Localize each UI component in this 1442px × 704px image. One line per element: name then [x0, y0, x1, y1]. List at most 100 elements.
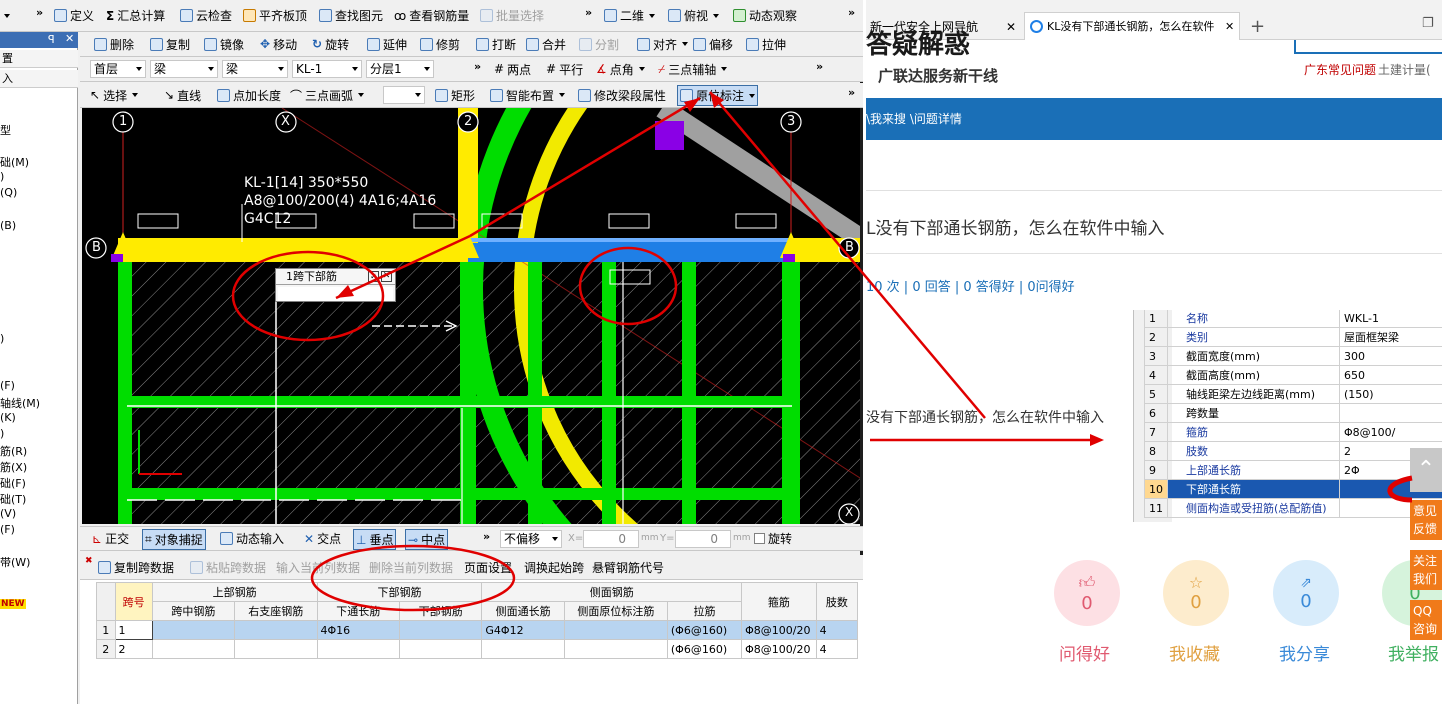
move-button[interactable]: ✥ 移动: [260, 32, 297, 56]
cell-tie[interactable]: (Φ6@160): [666, 639, 743, 659]
close-icon[interactable]: ✕: [1006, 14, 1016, 40]
popup-input[interactable]: [278, 287, 393, 301]
tree-item[interactable]: 带(W): [0, 554, 30, 570]
panel-tab-2[interactable]: 入: [0, 70, 78, 88]
follow-button[interactable]: 关注我们: [1410, 550, 1442, 590]
sum-calc-button[interactable]: Σ 汇总计算: [106, 0, 165, 31]
snap-toggle[interactable]: ⌗ 对象捕捉: [142, 529, 206, 550]
tree-item[interactable]: 础(F): [0, 475, 26, 491]
share-button[interactable]: ⇗ 0: [1273, 560, 1339, 626]
tree-item[interactable]: ): [0, 332, 4, 345]
element-select[interactable]: KL-1: [292, 60, 362, 78]
cell-stirrup[interactable]: Φ8@100/20: [741, 620, 817, 640]
line-button[interactable]: ↘ 直线: [164, 83, 201, 107]
trim-button[interactable]: 修剪: [420, 32, 460, 56]
midpoint-toggle[interactable]: ⊸ 中点: [405, 529, 449, 550]
panel-tab-1[interactable]: 置: [0, 50, 78, 68]
cell-bottom[interactable]: [398, 620, 483, 640]
pin-icon[interactable]: ꟼ: [48, 33, 55, 46]
type-select[interactable]: 梁: [222, 60, 288, 78]
ortho-toggle[interactable]: ⊾ 正交: [92, 527, 129, 550]
flat-slab-top-button[interactable]: 平齐板顶: [243, 0, 307, 31]
rotate-button[interactable]: ↻ 旋转: [312, 32, 349, 56]
tree-item[interactable]: (K): [0, 411, 16, 424]
rect-button[interactable]: 矩形: [435, 83, 475, 107]
cell-side-cont[interactable]: [481, 639, 565, 659]
offset-button[interactable]: 偏移: [693, 32, 733, 56]
chevron-icon[interactable]: »: [36, 6, 43, 19]
cell-span[interactable]: 1: [114, 620, 153, 640]
qq-button[interactable]: QQ咨询: [1410, 600, 1442, 640]
tree-item[interactable]: (F): [0, 523, 15, 536]
view-2d-dropdown[interactable]: 二维: [604, 0, 656, 31]
intersection-toggle[interactable]: ✕ 交点: [304, 527, 341, 550]
table-row[interactable]: 1 1 4Φ16 G4Φ12 (Φ6@160) Φ8@100/20 4: [96, 620, 859, 640]
cell-bottom-cont[interactable]: [316, 639, 400, 659]
paste-span-button[interactable]: 粘贴跨数据: [190, 555, 266, 579]
x-input[interactable]: 0: [583, 530, 639, 548]
category-select[interactable]: 梁: [150, 60, 218, 78]
tab-2[interactable]: KL没有下部通长钢筋，怎么在软件 ✕: [1024, 12, 1240, 41]
beam-kl1-span1[interactable]: [118, 238, 468, 262]
tree-item[interactable]: 础(T): [0, 491, 26, 507]
cell-side-orig[interactable]: [563, 620, 668, 640]
checkbox[interactable]: [754, 533, 765, 544]
tree-item[interactable]: (B): [0, 219, 16, 232]
cell-legs[interactable]: 4: [815, 639, 859, 659]
input-col-button[interactable]: 输入当前列数据: [276, 555, 360, 579]
break-button[interactable]: 打断: [476, 32, 516, 56]
calc-link[interactable]: 土建计量(: [1378, 61, 1431, 78]
close-icon[interactable]: ✕: [381, 271, 392, 282]
modify-span-button[interactable]: 修改梁段属性: [578, 83, 666, 107]
perpendicular-toggle[interactable]: ⊥ 垂点: [353, 529, 397, 550]
confirm-icon[interactable]: ✓: [368, 271, 379, 282]
favorite-button[interactable]: ☆ 0: [1163, 560, 1229, 626]
delete-col-button[interactable]: 删除当前列数据: [369, 555, 453, 579]
swap-start-button[interactable]: 调换起始跨: [524, 555, 584, 579]
new-tab-icon[interactable]: +: [1250, 16, 1265, 37]
cell-legs[interactable]: 4: [815, 620, 859, 640]
dyn-input-toggle[interactable]: 动态输入: [220, 527, 284, 550]
point-length-button[interactable]: 点加长度: [217, 83, 281, 107]
feedback-button[interactable]: 意见反馈: [1410, 500, 1442, 540]
three-point-arc-dropdown[interactable]: ⌒ 三点画弧: [290, 83, 365, 107]
tree-item[interactable]: (V): [0, 507, 16, 520]
tree-item[interactable]: 础(M): [0, 154, 29, 170]
chevron-icon[interactable]: »: [848, 6, 855, 19]
batch-select-button[interactable]: 批量选择: [480, 0, 544, 31]
floor-select[interactable]: 首层: [90, 60, 146, 78]
faq-link[interactable]: 广东常见问题: [1304, 61, 1376, 78]
back-to-top-button[interactable]: ⌃: [1410, 448, 1442, 492]
rotate-checkbox[interactable]: 旋转: [754, 527, 792, 550]
tree-item[interactable]: ): [0, 427, 4, 440]
drawing-canvas[interactable]: 1 X 2 3 B B X KL-1[14] 350*550 A8@100/20…: [82, 108, 860, 524]
cell-right[interactable]: [234, 620, 318, 640]
chevron-icon[interactable]: »: [483, 530, 490, 543]
cell-side-orig[interactable]: [563, 639, 668, 659]
original-label-button[interactable]: 原位标注: [677, 85, 759, 106]
cell-mid[interactable]: [151, 620, 236, 640]
tree-item[interactable]: (F): [0, 379, 15, 392]
restore-icon[interactable]: ❐: [1422, 16, 1434, 31]
find-element-button[interactable]: 查找图元: [319, 0, 383, 31]
point-angle-dropdown[interactable]: ∡ 点角: [596, 57, 645, 81]
cell-stirrup[interactable]: Φ8@100/20: [741, 639, 817, 659]
merge-button[interactable]: 合并: [526, 32, 566, 56]
cloud-check-button[interactable]: 云检查: [180, 0, 232, 31]
chevron-icon[interactable]: »: [848, 86, 855, 99]
close-icon[interactable]: ✕: [1225, 13, 1235, 41]
tree-item[interactable]: 筋(X): [0, 459, 27, 475]
three-point-axis-dropdown[interactable]: ⌿ 三点辅轴: [658, 57, 728, 81]
tree-item[interactable]: 筋(R): [0, 443, 27, 459]
cell-bottom[interactable]: [398, 639, 483, 659]
cantilever-button[interactable]: 悬臂钢筋代号: [592, 555, 664, 579]
original-label-popup[interactable]: 1跨下部筋 ✓ ✕: [275, 268, 396, 302]
close-icon[interactable]: ✕: [65, 32, 74, 45]
delete-button[interactable]: 删除: [94, 32, 134, 56]
y-input[interactable]: 0: [675, 530, 731, 548]
tree-item[interactable]: (Q): [0, 186, 17, 199]
split-button[interactable]: 分割: [579, 32, 619, 56]
stretch-button[interactable]: 拉伸: [746, 32, 786, 56]
smart-layout-dropdown[interactable]: 智能布置: [490, 83, 566, 107]
view-top-dropdown[interactable]: 俯视: [668, 0, 720, 31]
